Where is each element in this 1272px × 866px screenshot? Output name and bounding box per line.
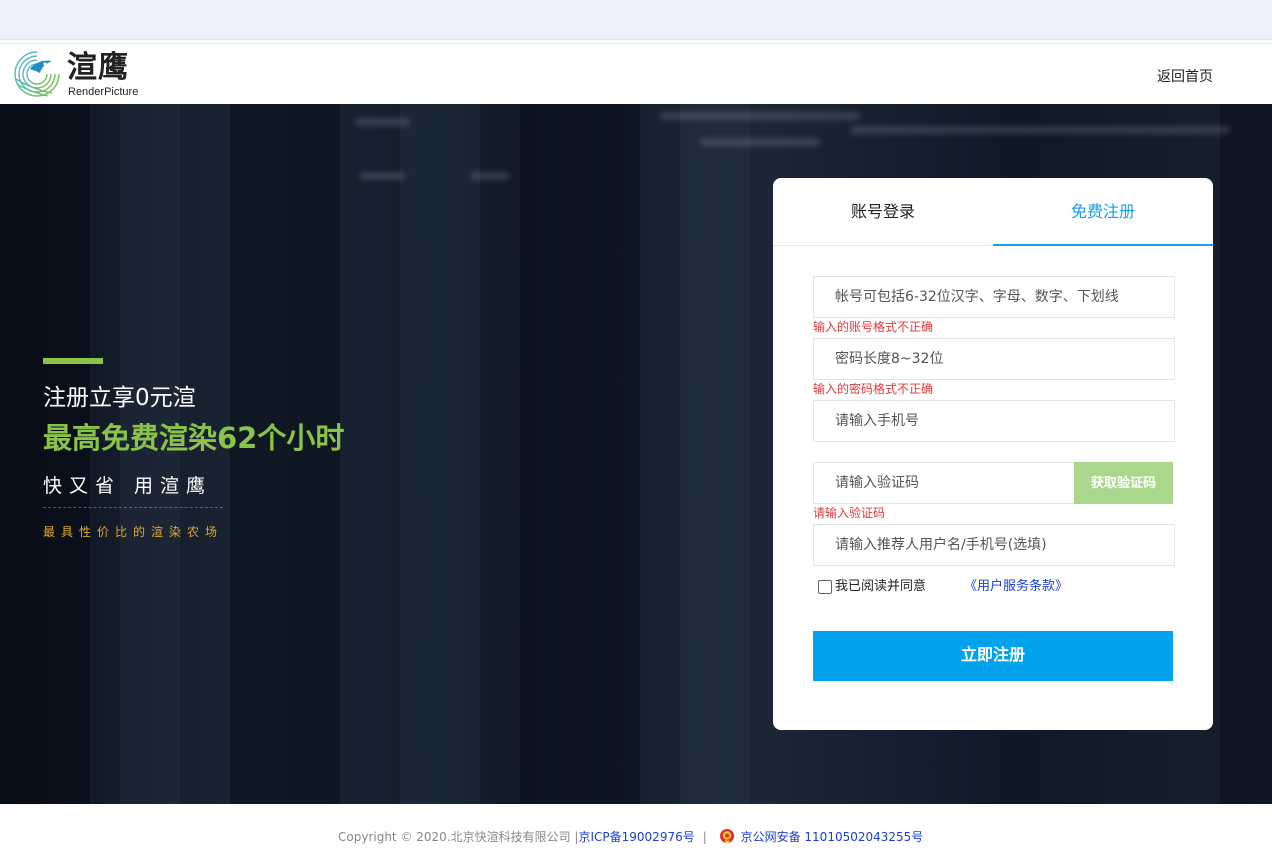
phone-input[interactable] (813, 400, 1175, 442)
terms-link[interactable]: 《用户服务条款》 (964, 579, 1068, 595)
footer-line: Copyright © 2020.北京快渲科技有限公司 |京ICP备190029… (338, 828, 923, 845)
register-submit-button[interactable]: 立即注册 (813, 631, 1173, 681)
background-light (660, 112, 860, 120)
background-rack (400, 104, 480, 804)
background-light (355, 118, 410, 126)
promo-headline: 注册立享0元渲 (43, 385, 196, 411)
police-record-link[interactable]: 京公网安备 11010502043255号 (741, 830, 924, 844)
account-input[interactable] (813, 276, 1175, 318)
tab-free-register[interactable]: 免费注册 (993, 178, 1213, 246)
back-home-link[interactable]: 返回首页 (1157, 66, 1213, 86)
copyright-text: Copyright © 2020.北京快渲科技有限公司 | (338, 830, 579, 844)
promo-highlight: 最高免费渲染62个小时 (43, 421, 345, 455)
background-light (360, 172, 405, 180)
background-rack (680, 104, 750, 804)
auth-tabs: 账号登录 免费注册 (773, 178, 1213, 246)
password-input[interactable] (813, 338, 1175, 380)
promo-slogan: 快又省 用渲鹰 (43, 475, 213, 497)
site-footer: Copyright © 2020.北京快渲科技有限公司 |京ICP备190029… (0, 804, 1272, 866)
logo[interactable]: 渲鹰 RenderPicture (12, 49, 152, 101)
promo-tagline: 最具性价比的渲染农场 (43, 525, 224, 539)
account-error: 输入的账号格式不正确 (813, 320, 934, 334)
promo-accent-line (43, 358, 103, 364)
logo-english-text: RenderPicture (68, 86, 139, 98)
verification-code-input[interactable] (813, 462, 1075, 504)
background-light (470, 172, 510, 180)
site-header: 渲鹰 RenderPicture 返回首页 (0, 43, 1272, 104)
password-error: 输入的密码格式不正确 (813, 382, 934, 396)
tab-account-login[interactable]: 账号登录 (773, 178, 993, 246)
get-code-button[interactable]: 获取验证码 (1074, 462, 1173, 504)
agree-checkbox[interactable] (818, 580, 832, 594)
background-rack (1220, 104, 1272, 804)
referrer-input[interactable] (813, 524, 1175, 566)
eagle-logo-icon (14, 51, 60, 97)
logo-chinese-text: 渲鹰 (67, 50, 129, 85)
register-card: 账号登录 免费注册 输入的账号格式不正确 输入的密码格式不正确 获取验证码 请输… (773, 178, 1213, 730)
code-error: 请输入验证码 (813, 506, 886, 520)
background-light (850, 126, 1230, 134)
background-light (700, 138, 820, 146)
police-badge-icon (719, 829, 734, 843)
footer-separator: | (702, 830, 707, 844)
background-rack (520, 104, 640, 804)
icp-link[interactable]: 京ICP备19002976号 (578, 830, 694, 844)
agree-label: 我已阅读并同意 (835, 579, 927, 594)
promo-divider (43, 507, 223, 508)
browser-top-strip (0, 0, 1272, 40)
